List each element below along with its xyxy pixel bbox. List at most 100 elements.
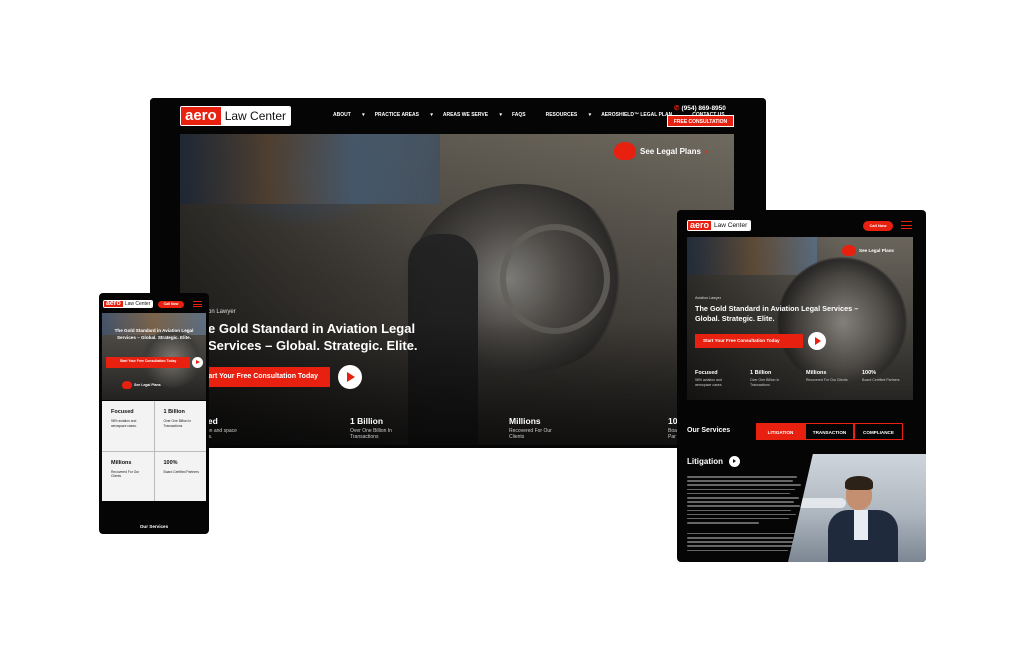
call-now-button[interactable]: Call Now (863, 221, 893, 231)
stat-value: Millions (509, 416, 541, 426)
stat-billion: 1 Billion Over One Billion In Transactio… (154, 401, 206, 451)
see-legal-plans-link[interactable]: See Legal Plans (842, 245, 894, 256)
stat-value: used (198, 416, 318, 426)
call-now-button[interactable]: Call Now (158, 301, 184, 308)
stat-value: Millions (111, 459, 132, 466)
stat-value: 1 Billion (163, 409, 185, 415)
hero-overlay (180, 134, 734, 445)
hero-eyebrow: on Lawyer (208, 309, 236, 315)
start-consultation-button[interactable]: Start Your Free Consultation Today (695, 334, 803, 348)
stat-board: 100% Board Certified Partners (862, 370, 912, 383)
play-icon (733, 459, 736, 463)
phone-number: (954) 869-8950 (681, 105, 726, 112)
stat-desc: Recovered For Our Clients (509, 428, 552, 440)
stat-desc: Recovered For Our Clients (806, 378, 848, 382)
stat-value: Millions (806, 370, 827, 376)
nav-label: RESOURCES (545, 112, 578, 118)
stat-desc: 98% aviation and aerospace cases. (111, 419, 137, 428)
nav-item-faqs[interactable]: FAQS (512, 112, 536, 118)
mobile-mockup: aero Law Center Call Now The Gold Standa… (99, 293, 209, 534)
stat-billion: 1 Billion Over One Billion In Transactio… (750, 370, 800, 387)
site-logo[interactable]: aero Law Center (687, 220, 752, 231)
stat-focused: used viation and space cases. (198, 416, 318, 440)
section-title: Litigation (687, 457, 723, 466)
play-video-button[interactable] (808, 332, 826, 350)
stat-desc: Board Certified Partners (862, 378, 900, 382)
litigation-heading: Litigation (687, 456, 740, 467)
see-plans-label: See Legal Plans (134, 383, 161, 387)
hero-eyebrow: Aviation Lawyer (695, 296, 721, 300)
aeroshield-icon (122, 381, 132, 389)
stat-value: Focused (111, 409, 134, 415)
play-video-button[interactable] (729, 456, 740, 467)
stat-millions: Millions Recovered For Our Clients (509, 416, 629, 440)
nav-item-resources[interactable]: RESOURCES ▾ (546, 112, 592, 118)
services-heading: Our Services (139, 524, 169, 529)
hero-section: The Gold Standard in Aviation Legal Serv… (102, 313, 206, 400)
hero-section: See Legal Plans › on Lawyer e Gold Stand… (180, 134, 734, 445)
tab-litigation[interactable]: LITIGATION (756, 423, 805, 440)
phone-icon: ✆ (674, 105, 680, 112)
start-consultation-button[interactable]: tart Your Free Consultation Today (198, 367, 330, 387)
hero-title: The Gold Standard in Aviation Legal Serv… (695, 304, 859, 323)
stat-desc: Over One Billion In Transactions (750, 378, 780, 387)
see-legal-plans-link[interactable]: See Legal Plans (122, 381, 161, 389)
nav-label: AREAS WE SERVE (442, 112, 489, 118)
nav-item-practice-areas[interactable]: PRACTICE AREAS ▾ (375, 112, 433, 118)
logo-brand: aero (688, 220, 712, 230)
stat-board: 100% Board Certified Partners (154, 451, 206, 501)
stat-desc: 98% aviation and aerospace cases. (695, 378, 723, 387)
litigation-body-text (687, 476, 807, 562)
stat-value: 100% (163, 459, 178, 466)
hamburger-menu-icon[interactable] (901, 221, 912, 229)
hamburger-menu-icon[interactable] (193, 301, 202, 307)
play-icon (196, 360, 200, 364)
nav-label: FAQS (511, 112, 526, 118)
logo-brand: aero (104, 300, 123, 307)
stat-billion: 1 Billion Over One Billion In Transactio… (350, 416, 470, 440)
stat-desc: Board Certified Partners (163, 469, 199, 474)
hero-section: See Legal Plans Aviation Lawyer The Gold… (687, 237, 913, 400)
play-icon (815, 337, 821, 345)
play-icon (347, 372, 355, 382)
site-logo[interactable]: aero Law Center (103, 300, 154, 308)
hero-title: The Gold Standard in Aviation Legal Serv… (114, 328, 194, 340)
jet-image (796, 498, 846, 508)
see-legal-plans-link[interactable]: See Legal Plans › (614, 142, 708, 160)
nav-item-areas-we-serve[interactable]: AREAS WE SERVE ▾ (443, 112, 502, 118)
stat-value: 1 Billion (350, 416, 384, 426)
attorney-photo (788, 454, 926, 562)
stat-desc: Over One Billion In Transactions (163, 419, 192, 428)
play-video-button[interactable] (338, 365, 362, 389)
hero-title: e Gold Standard in Aviation Legal Servic… (208, 321, 418, 353)
play-video-button[interactable] (192, 357, 203, 368)
stat-value: 100% (862, 370, 877, 376)
stat-desc: Recovered For Our Clients (111, 469, 140, 479)
attorney-hair (845, 476, 873, 490)
attorney-shirt (854, 510, 868, 540)
stat-millions: Millions Recovered For Our Clients (102, 451, 154, 501)
logo-name: Law Center (122, 301, 153, 307)
tablet-mockup: aero Law Center Call Now See Legal Plans… (677, 210, 926, 562)
stat-desc: Over One Billion In Transactions (350, 428, 392, 440)
free-consultation-button[interactable]: FREE CONSULTATION (667, 115, 734, 127)
desktop-header: aero Law Center ABOUT ▾ PRACTICE AREAS ▾… (150, 98, 766, 134)
nav-item-about[interactable]: ABOUT ▾ (333, 112, 365, 118)
chevron-right-icon: › (704, 146, 708, 156)
services-tabs: LITIGATION TRANSACTION COMPLIANCE (756, 423, 903, 440)
nav-label: PRACTICE AREAS (374, 112, 419, 118)
tab-compliance[interactable]: COMPLIANCE (854, 423, 903, 440)
start-consultation-button[interactable]: Start Your Free Consultation Today (106, 357, 190, 368)
tab-transaction[interactable]: TRANSACTION (805, 423, 854, 440)
stat-value: 1 Billion (750, 370, 772, 376)
site-logo[interactable]: aero Law Center (180, 106, 292, 126)
see-plans-label: See Legal Plans (859, 248, 894, 253)
phone-link[interactable]: ✆ (954) 869-8950 (674, 104, 726, 112)
nav-label: ABOUT (333, 112, 351, 118)
services-heading: Our Services (687, 427, 731, 434)
stats-row: used viation and space cases. 1 Billion … (180, 416, 734, 445)
stat-focused: Focused 98% aviation and aerospace cases… (695, 370, 745, 387)
stat-focused: Focused 98% aviation and aerospace cases… (102, 401, 154, 451)
stat-value: Focused (695, 370, 718, 376)
logo-brand: aero (181, 107, 221, 125)
